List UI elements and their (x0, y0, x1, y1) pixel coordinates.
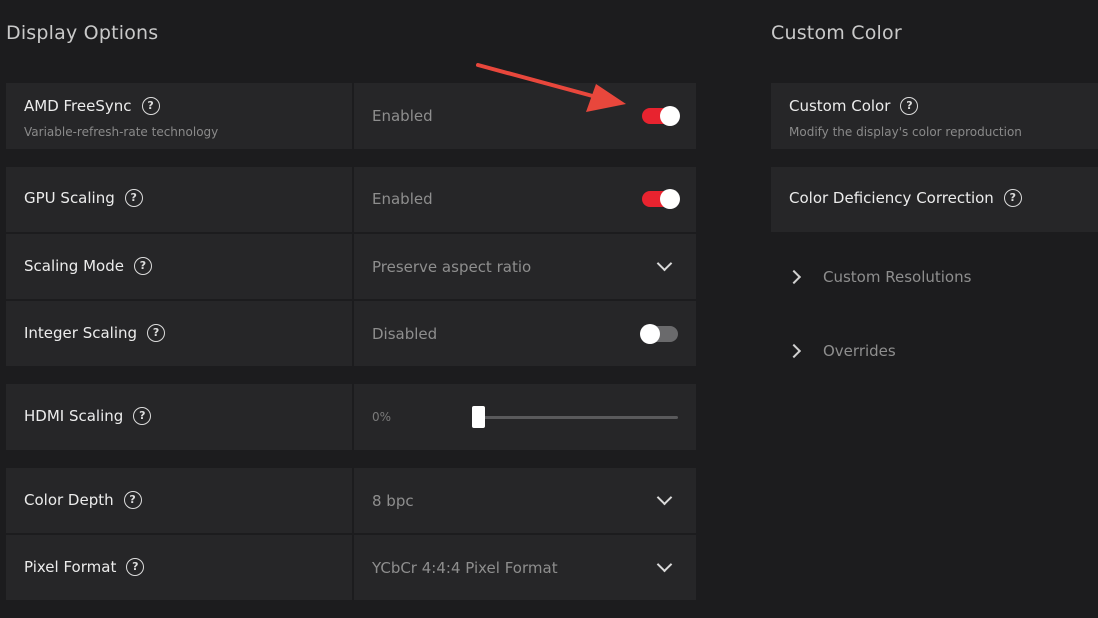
scaling-mode-label: Scaling Mode ? (24, 257, 152, 275)
gpu-scaling-row: GPU Scaling ? Enabled (6, 167, 696, 232)
toggle-knob (660, 189, 680, 209)
hdmi-scaling-slider-track[interactable] (478, 416, 678, 419)
color-deficiency-card[interactable]: Color Deficiency Correction ? (771, 167, 1098, 232)
hdmi-scaling-value: 0% (372, 410, 392, 424)
color-depth-label-text: Color Depth (24, 491, 114, 509)
amd-freesync-value: Enabled (372, 107, 433, 125)
overrides-expander[interactable]: Overrides (786, 342, 896, 360)
gpu-scaling-label: GPU Scaling ? (24, 189, 143, 207)
custom-color-title: Custom Color (771, 22, 902, 44)
amd-freesync-sublabel: Variable-refresh-rate technology (24, 125, 219, 139)
pixel-format-dropdown[interactable]: YCbCr 4:4:4 Pixel Format (354, 535, 696, 600)
scaling-mode-value: Preserve aspect ratio (372, 258, 532, 276)
custom-color-label-text: Custom Color (789, 97, 891, 115)
chevron-right-icon (786, 343, 802, 359)
integer-scaling-value: Disabled (372, 325, 438, 343)
color-depth-row: Color Depth ? 8 bpc (6, 468, 696, 533)
color-depth-label: Color Depth ? (24, 491, 142, 509)
hdmi-scaling-value-cell: 0% (354, 384, 696, 450)
integer-scaling-row: Integer Scaling ? Disabled (6, 301, 696, 366)
display-settings-page: Display Options Custom Color AMD FreeSyn… (0, 0, 1098, 618)
scaling-mode-label-cell: Scaling Mode ? (6, 234, 352, 299)
gpu-scaling-toggle[interactable] (642, 189, 680, 209)
help-icon[interactable]: ? (900, 97, 919, 115)
amd-freesync-value-cell: Enabled (354, 83, 696, 149)
chevron-down-icon (656, 489, 673, 506)
help-icon[interactable]: ? (123, 491, 142, 509)
scaling-mode-row: Scaling Mode ? Preserve aspect ratio (6, 234, 696, 299)
overrides-label: Overrides (823, 342, 896, 360)
pixel-format-label: Pixel Format ? (24, 558, 145, 576)
scaling-mode-label-text: Scaling Mode (24, 257, 124, 275)
integer-scaling-value-cell: Disabled (354, 301, 696, 366)
scaling-mode-dropdown[interactable]: Preserve aspect ratio (354, 234, 696, 299)
gpu-scaling-label-cell: GPU Scaling ? (6, 167, 352, 232)
pixel-format-value: YCbCr 4:4:4 Pixel Format (372, 559, 558, 577)
display-options-title: Display Options (6, 22, 159, 44)
custom-resolutions-expander[interactable]: Custom Resolutions (786, 268, 972, 286)
gpu-scaling-value: Enabled (372, 190, 433, 208)
toggle-knob (660, 106, 680, 126)
integer-scaling-label-text: Integer Scaling (24, 324, 138, 342)
color-depth-label-cell: Color Depth ? (6, 468, 352, 533)
custom-resolutions-label: Custom Resolutions (823, 268, 972, 286)
amd-freesync-label-text: AMD FreeSync (24, 97, 132, 115)
gpu-scaling-label-text: GPU Scaling (24, 189, 115, 207)
help-icon[interactable]: ? (133, 257, 152, 275)
hdmi-scaling-slider-thumb[interactable] (472, 406, 485, 428)
hdmi-scaling-label-text: HDMI Scaling (24, 407, 124, 425)
chevron-down-icon (656, 255, 673, 272)
hdmi-scaling-label-cell: HDMI Scaling ? (6, 384, 352, 450)
integer-scaling-label-cell: Integer Scaling ? (6, 301, 352, 366)
pixel-format-row: Pixel Format ? YCbCr 4:4:4 Pixel Format (6, 535, 696, 600)
pixel-format-label-text: Pixel Format (24, 558, 117, 576)
color-depth-dropdown[interactable]: 8 bpc (354, 468, 696, 533)
amd-freesync-label: AMD FreeSync ? (24, 97, 160, 115)
help-icon[interactable]: ? (124, 189, 143, 207)
amd-freesync-row: AMD FreeSync ? Variable-refresh-rate tec… (6, 83, 696, 149)
custom-color-label: Custom Color ? (789, 97, 919, 115)
color-deficiency-label-text: Color Deficiency Correction (789, 189, 994, 207)
help-icon[interactable]: ? (126, 558, 145, 576)
pixel-format-label-cell: Pixel Format ? (6, 535, 352, 600)
color-depth-value: 8 bpc (372, 492, 414, 510)
integer-scaling-label: Integer Scaling ? (24, 324, 166, 342)
chevron-down-icon (656, 556, 673, 573)
amd-freesync-label-cell: AMD FreeSync ? Variable-refresh-rate tec… (6, 83, 352, 149)
toggle-knob (640, 324, 660, 344)
help-icon[interactable]: ? (1003, 189, 1022, 207)
help-icon[interactable]: ? (147, 324, 166, 342)
custom-color-card[interactable]: Custom Color ? Modify the display's colo… (771, 83, 1098, 149)
amd-freesync-toggle[interactable] (642, 106, 680, 126)
gpu-scaling-value-cell: Enabled (354, 167, 696, 232)
color-deficiency-label: Color Deficiency Correction ? (789, 189, 1022, 207)
custom-color-sublabel: Modify the display's color reproduction (789, 125, 1022, 139)
help-icon[interactable]: ? (141, 97, 160, 115)
hdmi-scaling-row: HDMI Scaling ? 0% (6, 384, 696, 450)
hdmi-scaling-label: HDMI Scaling ? (24, 407, 152, 425)
help-icon[interactable]: ? (133, 407, 152, 425)
chevron-right-icon (786, 269, 802, 285)
integer-scaling-toggle[interactable] (640, 324, 678, 344)
